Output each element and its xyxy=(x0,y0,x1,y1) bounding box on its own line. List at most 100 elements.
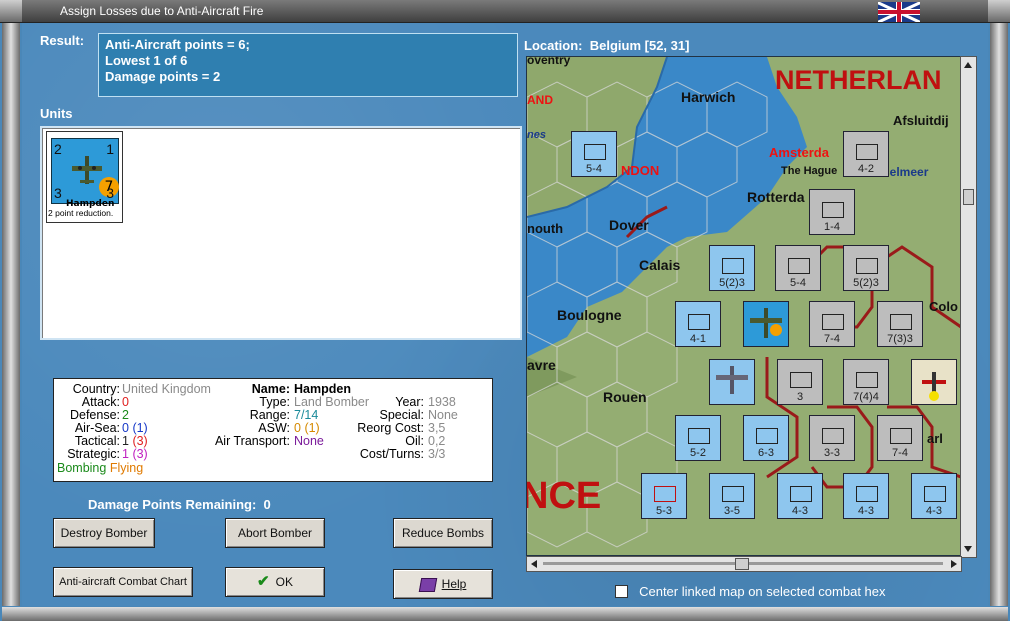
defense-value: 2 xyxy=(122,408,129,422)
fighter-plane-icon xyxy=(922,372,946,401)
map-counter[interactable]: 4-2 xyxy=(843,131,889,177)
map-city-cologne: Colo xyxy=(929,299,958,314)
map-counter[interactable]: 7-4 xyxy=(809,301,855,347)
bomber-plane-icon xyxy=(750,308,782,338)
oil-value: 0,2 xyxy=(428,434,446,448)
units-list: 2 1 7 3 3 Hampden 2 point reduction. xyxy=(40,126,522,340)
type-label: Type: xyxy=(259,395,290,409)
ok-button-label: OK xyxy=(275,575,293,589)
result-line-3: Damage points = 2 xyxy=(105,69,221,84)
result-line-1: Anti-Aircraft points = 6; xyxy=(105,37,250,52)
abort-bomber-button[interactable]: Abort Bomber xyxy=(225,518,325,548)
asw-label: ASW: xyxy=(258,421,290,435)
enemy-bomber-counter[interactable] xyxy=(709,359,755,405)
strategic-label: Strategic: xyxy=(67,447,120,461)
center-map-checkbox-row[interactable]: Center linked map on selected combat hex xyxy=(615,581,886,600)
map-counter[interactable]: 3-5 xyxy=(709,473,755,519)
fighter-counter[interactable] xyxy=(911,359,957,405)
map-counter[interactable]: 5(2)3 xyxy=(843,245,889,291)
map-city-le-havre: avre xyxy=(527,357,556,373)
country-label: Country: xyxy=(72,382,120,396)
map-city-portsmouth: nouth xyxy=(527,221,564,236)
year-label: Year: xyxy=(395,395,424,409)
vertical-scroll-thumb[interactable] xyxy=(963,189,974,205)
range-label: Range: xyxy=(249,408,290,422)
help-button-label: Help xyxy=(441,577,467,591)
horizontal-scroll-thumb[interactable] xyxy=(735,558,749,570)
map-counter[interactable]: 1-4 xyxy=(809,189,855,235)
ok-button[interactable]: ✔ OK xyxy=(225,567,325,597)
map-counter[interactable]: 5-3 xyxy=(641,473,687,519)
scroll-right-arrow-icon[interactable] xyxy=(951,560,957,568)
damage-remaining: Damage Points Remaining: 0 xyxy=(88,497,271,512)
map-counter[interactable]: 5-4 xyxy=(775,245,821,291)
scroll-up-arrow-icon[interactable] xyxy=(964,62,972,68)
attack-value: 0 xyxy=(122,395,129,409)
map-city-amsterdam: Amsterda xyxy=(769,145,829,160)
map-counter[interactable]: 5-4 xyxy=(571,131,617,177)
costturns-label: Cost/Turns: xyxy=(359,447,424,461)
selected-bomber-counter[interactable] xyxy=(743,301,789,347)
reduce-bombs-button[interactable]: Reduce Bombs xyxy=(393,518,493,548)
map-counter[interactable]: 7-4 xyxy=(877,415,923,461)
reorg-label: Reorg Cost: xyxy=(357,421,424,435)
costturns-value: 3/3 xyxy=(428,447,446,461)
map-counter[interactable]: 4-1 xyxy=(675,301,721,347)
map-label-england: AND xyxy=(527,93,553,107)
country-value: United Kingdom xyxy=(122,382,211,396)
unit-info-panel: Country: United Kingdom Attack: 0 Defens… xyxy=(53,378,493,482)
combat-map[interactable]: NETHERLAN NCE Harwich Afsluitdij Amsterd… xyxy=(526,56,962,556)
uk-flag-icon xyxy=(878,2,920,22)
result-label: Result: xyxy=(40,33,85,48)
map-city-calais: Calais xyxy=(639,257,681,273)
center-map-checkbox[interactable] xyxy=(615,585,628,598)
damage-remaining-label: Damage Points Remaining: xyxy=(88,497,257,512)
name-value: Hampden xyxy=(294,382,351,396)
attack-label: Attack: xyxy=(81,395,120,409)
map-counter[interactable]: 3-3 xyxy=(809,415,855,461)
map-counter[interactable]: 4-3 xyxy=(911,473,957,519)
map-country-france: NCE xyxy=(526,475,602,517)
range-value: 7/14 xyxy=(294,408,319,422)
location-value: Belgium [52, 31] xyxy=(589,38,690,53)
help-book-icon xyxy=(418,577,437,592)
map-counter[interactable]: 6-3 xyxy=(743,415,789,461)
map-counter[interactable]: 7(4)4 xyxy=(843,359,889,405)
frame-left-edge xyxy=(2,22,20,606)
unit-top-right-value: 1 xyxy=(106,141,114,157)
map-city-rouen: Rouen xyxy=(603,389,647,405)
destroy-bomber-button[interactable]: Destroy Bomber xyxy=(53,518,155,548)
map-city-boulogne: Boulogne xyxy=(557,307,622,323)
map-city-afsluitdijk: Afsluitdij xyxy=(893,113,949,128)
special-value: None xyxy=(428,408,458,422)
aa-combat-chart-button[interactable]: Anti-aircraft Combat Chart xyxy=(53,567,193,597)
airtransport-label: Air Transport: xyxy=(214,434,290,448)
location: Location: Belgium [52, 31] xyxy=(524,38,689,53)
units-label: Units xyxy=(40,106,73,121)
result-line-2: Lowest 1 of 6 xyxy=(105,53,188,68)
map-counter[interactable]: 3 xyxy=(777,359,823,405)
map-counter[interactable]: 4-3 xyxy=(843,473,889,519)
scroll-left-arrow-icon[interactable] xyxy=(531,560,537,568)
help-button[interactable]: Help xyxy=(393,569,493,599)
map-country-netherlands: NETHERLAN xyxy=(775,65,942,95)
map-city-london: NDON xyxy=(621,163,660,178)
unit-card-hampden[interactable]: 2 1 7 3 3 Hampden 2 point reduction. xyxy=(46,131,123,223)
bomber-plane-icon xyxy=(716,366,748,394)
map-city-coventry: oventry xyxy=(527,56,571,67)
map-city-harwich: Harwich xyxy=(681,89,736,105)
unit-note: 2 point reduction. xyxy=(48,208,114,218)
map-vertical-scrollbar[interactable] xyxy=(960,56,977,558)
map-counter[interactable]: 5-2 xyxy=(675,415,721,461)
map-city-dover: Dover xyxy=(609,217,649,233)
special-label: Special: xyxy=(379,408,424,422)
map-counter[interactable]: 5(2)3 xyxy=(709,245,755,291)
airsea-label: Air-Sea: xyxy=(74,421,120,435)
name-label: Name: xyxy=(251,382,290,396)
map-horizontal-scrollbar[interactable] xyxy=(526,556,962,572)
window-title: Assign Losses due to Anti-Aircraft Fire xyxy=(60,4,264,18)
map-counter[interactable]: 4-3 xyxy=(777,473,823,519)
scroll-down-arrow-icon[interactable] xyxy=(964,546,972,552)
asw-value: 0 (1) xyxy=(294,421,320,435)
map-counter[interactable]: 7(3)3 xyxy=(877,301,923,347)
